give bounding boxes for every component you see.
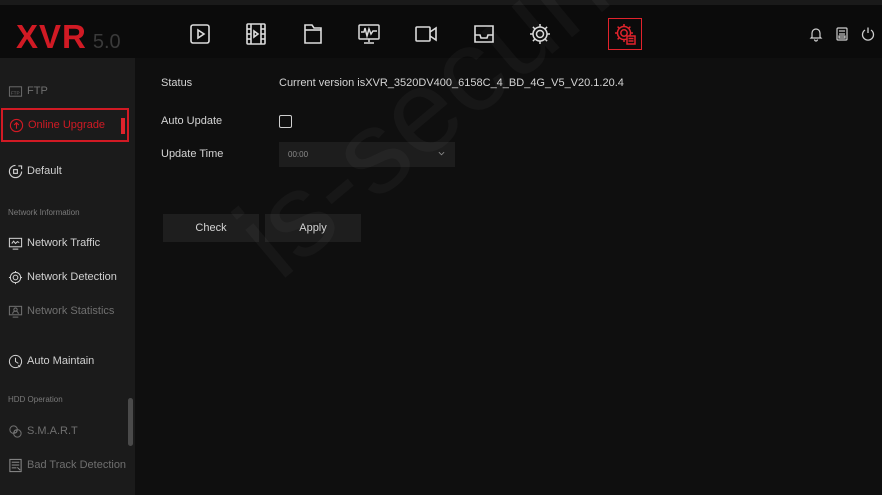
auto-update-checkbox[interactable] (279, 115, 292, 128)
sidebar-item-label: Online Upgrade (28, 119, 106, 131)
network-traffic-icon (8, 236, 23, 251)
tray-icon[interactable] (467, 18, 501, 50)
video-clip-icon[interactable] (239, 18, 273, 50)
camera-icon[interactable] (409, 18, 443, 50)
default-icon (8, 164, 23, 179)
sidebar-item-network-traffic[interactable]: Network Traffic (0, 225, 130, 261)
monitor-waveform-icon[interactable] (352, 18, 386, 50)
sidebar-item-bad-track-detection[interactable]: Bad Track Detection (0, 447, 130, 483)
sidebar-item-label: Network Statistics (27, 305, 115, 317)
logo-version: 5.0 (92, 31, 121, 53)
logo-brand: XVR (16, 18, 87, 55)
logo: XVR 5.0 (16, 18, 121, 55)
sidebar: FTP FTP Online Upgrade Default Network I… (0, 58, 135, 495)
sidebar-item-network-statistics[interactable]: Network Statistics (0, 293, 130, 329)
section-header-network: Network Information (8, 208, 80, 217)
network-detection-icon (8, 270, 23, 285)
update-time-label: Update Time (161, 148, 224, 160)
power-icon[interactable] (858, 24, 878, 44)
bell-icon[interactable] (806, 24, 826, 44)
sidebar-item-network-detection[interactable]: Network Detection (0, 259, 130, 295)
sidebar-item-label: Auto Maintain (27, 355, 95, 367)
update-time-value: 00:00 (288, 150, 309, 159)
smart-icon (8, 424, 23, 439)
sidebar-item-label: Network Detection (27, 271, 117, 283)
svg-text:FTP: FTP (11, 90, 20, 95)
update-time-select[interactable]: 00:00 (279, 142, 455, 167)
sidebar-scrollbar[interactable] (128, 398, 133, 446)
upgrade-icon (9, 118, 24, 133)
apply-button[interactable]: Apply (265, 214, 361, 242)
chevron-down-icon (438, 151, 445, 156)
file-icon[interactable] (296, 18, 330, 50)
status-label: Status (161, 77, 193, 89)
network-statistics-icon (8, 304, 23, 319)
ftp-icon: FTP (8, 84, 23, 99)
status-value: Current version isXVR_3520DV400_6158C_4_… (279, 77, 624, 89)
sidebar-item-label: S.M.A.R.T (27, 425, 78, 437)
top-bar: XVR 5.0 (0, 0, 882, 58)
sidebar-item-ftp[interactable]: FTP FTP (0, 73, 130, 109)
sidebar-item-default[interactable]: Default (0, 153, 130, 189)
sidebar-item-smart[interactable]: S.M.A.R.T (0, 413, 130, 449)
sidebar-item-online-upgrade[interactable]: Online Upgrade (1, 108, 129, 142)
playback-icon[interactable] (183, 18, 217, 50)
sidebar-item-label: Network Traffic (27, 237, 101, 249)
system-settings-icon[interactable] (608, 18, 642, 50)
sidebar-item-label: Default (27, 165, 62, 177)
auto-update-label: Auto Update (161, 115, 223, 127)
bad-track-icon (8, 458, 23, 473)
sidebar-item-label: Bad Track Detection (27, 459, 127, 471)
check-button[interactable]: Check (163, 214, 259, 242)
gear-icon[interactable] (523, 18, 557, 50)
sidebar-item-label: FTP (27, 85, 48, 97)
sidebar-item-auto-maintain[interactable]: Auto Maintain (0, 343, 130, 379)
top-trim (0, 0, 882, 5)
backup-icon[interactable] (832, 24, 852, 44)
section-header-hdd: HDD Operation (8, 395, 63, 404)
main-panel: Status Current version isXVR_3520DV400_6… (135, 58, 882, 495)
auto-maintain-icon (8, 354, 23, 369)
